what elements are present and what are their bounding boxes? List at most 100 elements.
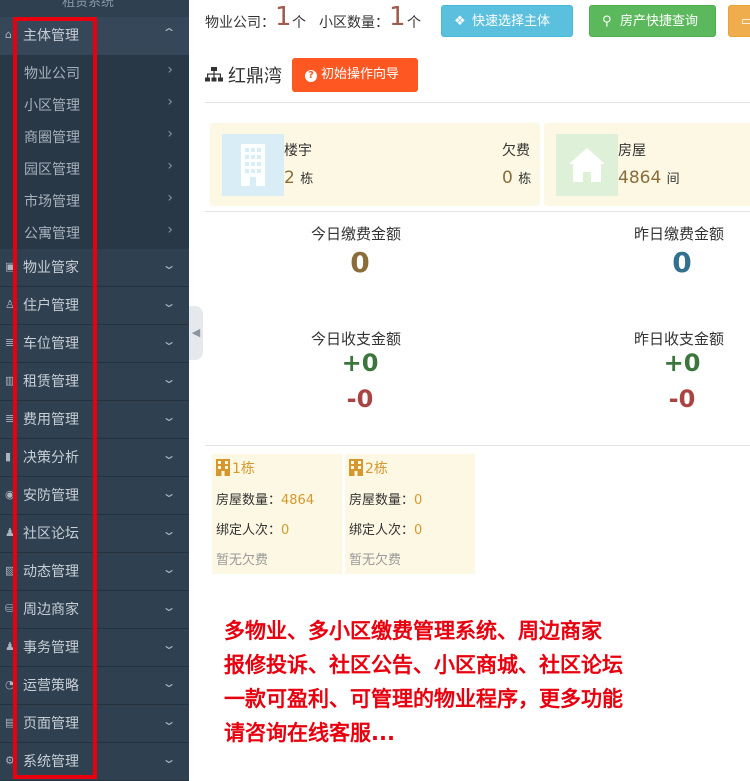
sidebar-subitem-property-company[interactable]: 物业公司 › bbox=[0, 55, 189, 87]
sidebar-item-label: 费用管理 bbox=[23, 412, 79, 428]
house-stats-card: 房屋 4864 间 bbox=[544, 123, 750, 206]
sidebar-item-label: 物业管家 bbox=[23, 260, 79, 276]
sidebar-subitem-community[interactable]: 小区管理 › bbox=[0, 87, 189, 119]
sidebar-item-resident[interactable]: ♙ 住户管理 ⌄ bbox=[0, 287, 189, 325]
building-icon bbox=[216, 459, 230, 476]
quick-select-entity-button[interactable]: ❖ 快速选择主体 bbox=[441, 5, 573, 37]
eye-icon: ◉ bbox=[5, 488, 15, 501]
extra-action-button[interactable]: ▭ bbox=[728, 5, 750, 37]
setup-guide-button[interactable]: ? 初始操作向导 bbox=[292, 58, 418, 92]
building-house-count: 房屋数量：0 bbox=[349, 493, 423, 508]
house-label: 房屋 bbox=[618, 143, 646, 159]
yesterday-payment-label: 昨日缴费金额 bbox=[634, 225, 725, 243]
building-stats-card: 楼宇 2 栋 欠费 0 栋 bbox=[210, 123, 540, 206]
divider bbox=[205, 211, 750, 212]
community-count-value: 1 bbox=[389, 2, 406, 32]
building-name: 2栋 bbox=[365, 461, 388, 477]
today-income-value: +0 bbox=[341, 349, 379, 377]
submenu-entity-management: 物业公司 › 小区管理 › 商圈管理 › 园区管理 › 市场管理 › 公寓管理 … bbox=[0, 55, 189, 249]
sidebar-item-news[interactable]: ▧ 动态管理 ⌄ bbox=[0, 553, 189, 591]
database-icon: ⛁ bbox=[5, 602, 15, 615]
sidebar-item-merchants[interactable]: ⛁ 周边商家 ⌄ bbox=[0, 591, 189, 629]
chevron-right-icon: › bbox=[167, 158, 173, 174]
chevron-down-icon: ⌄ bbox=[161, 258, 177, 272]
gear-icon: ⚙ bbox=[5, 754, 15, 767]
sidebar-item-lease[interactable]: ▥ 租赁管理 ⌄ bbox=[0, 363, 189, 401]
sidebar-item-label: 主体管理 bbox=[23, 28, 79, 44]
chevron-up-icon: ⌃ bbox=[161, 26, 177, 40]
sidebar-item-analytics[interactable]: ▮ 决策分析 ⌄ bbox=[0, 439, 189, 477]
chevron-right-icon: › bbox=[167, 190, 173, 206]
quick-select-entity-label: 快速选择主体 bbox=[472, 14, 551, 29]
user-icon: ♟ bbox=[5, 526, 15, 539]
sidebar-subitem-business-district[interactable]: 商圈管理 › bbox=[0, 119, 189, 151]
community-count-label: 小区数量： bbox=[319, 15, 389, 31]
company-count-value: 1 bbox=[275, 2, 292, 32]
user-icon: ♙ bbox=[5, 298, 15, 311]
sidebar-subitem-label: 园区管理 bbox=[24, 162, 80, 178]
building-icon bbox=[349, 459, 363, 476]
house-quick-query-label: 房产快捷查询 bbox=[620, 14, 699, 29]
promo-line: 一款可盈利、可管理的物业程序，更多功能 bbox=[224, 687, 623, 711]
list-icon: ≣ bbox=[5, 336, 15, 349]
sidebar-item-affairs[interactable]: ♟ 事务管理 ⌄ bbox=[0, 629, 189, 667]
today-balance-label: 今日收支金额 bbox=[311, 330, 402, 348]
building-bind-count: 绑定人次：0 bbox=[216, 523, 290, 538]
yesterday-income-value: +0 bbox=[663, 349, 701, 377]
company-count-label: 物业公司： bbox=[205, 15, 275, 31]
setup-guide-label: 初始操作向导 bbox=[321, 67, 400, 82]
search-icon: ⚲ bbox=[602, 14, 612, 29]
sidebar-item-operations[interactable]: ◔ 运营策略 ⌄ bbox=[0, 667, 189, 705]
picture-icon: ▧ bbox=[5, 564, 16, 577]
sidebar-item-property-steward[interactable]: ▣ 物业管家 ⌄ bbox=[0, 249, 189, 287]
sidebar-subitem-label: 市场管理 bbox=[24, 194, 80, 210]
yesterday-balance-label: 昨日收支金额 bbox=[634, 330, 725, 348]
sidebar-item-forum[interactable]: ♟ 社区论坛 ⌄ bbox=[0, 515, 189, 553]
sidebar-subitem-label: 公寓管理 bbox=[24, 226, 80, 242]
building-label: 楼宇 bbox=[284, 143, 312, 159]
sidebar-item-fees[interactable]: ≣ 费用管理 ⌄ bbox=[0, 401, 189, 439]
sidebar-item-security[interactable]: ◉ 安防管理 ⌄ bbox=[0, 477, 189, 515]
sidebar-item-parking[interactable]: ≣ 车位管理 ⌄ bbox=[0, 325, 189, 363]
sidebar-subitem-label: 商圈管理 bbox=[24, 130, 80, 146]
chevron-down-icon: ⌄ bbox=[161, 676, 177, 690]
sidebar-subitem-park[interactable]: 园区管理 › bbox=[0, 151, 189, 183]
chevron-down-icon: ⌄ bbox=[161, 752, 177, 766]
building-card[interactable]: 1栋 房屋数量：4864 绑定人次：0 暂无欠费 bbox=[212, 454, 342, 574]
top-stats-bar: 物业公司： 1 个 小区数量： 1 个 ❖ 快速选择主体 ⚲ 房产快捷查询 ▭ bbox=[189, 0, 750, 46]
house-count: 4864 间 bbox=[618, 168, 680, 188]
sidebar-item-label: 动态管理 bbox=[23, 564, 79, 580]
sidebar-item-label: 安防管理 bbox=[23, 488, 79, 504]
sidebar-item-label: 周边商家 bbox=[23, 602, 79, 618]
today-expense-value: -0 bbox=[346, 385, 374, 413]
chevron-right-icon: › bbox=[167, 222, 173, 238]
sidebar-collapse-handle[interactable]: ◀ bbox=[189, 306, 203, 360]
sidebar-subitem-market[interactable]: 市场管理 › bbox=[0, 183, 189, 215]
sidebar-subitem-label: 小区管理 bbox=[24, 98, 80, 114]
sidebar-item-label: 页面管理 bbox=[23, 716, 79, 732]
sidebar-item-pages[interactable]: ▤ 页面管理 ⌄ bbox=[0, 705, 189, 743]
sidebar-item-label: 住户管理 bbox=[23, 298, 79, 314]
house-quick-query-button[interactable]: ⚲ 房产快捷查询 bbox=[589, 5, 716, 37]
sidebar-item-label: 运营策略 bbox=[23, 678, 79, 694]
sidebar-subitem-apartment[interactable]: 公寓管理 › bbox=[0, 215, 189, 247]
building-bind-count: 绑定人次：0 bbox=[349, 523, 423, 538]
person-icon: ♟ bbox=[5, 640, 15, 653]
building-icon bbox=[222, 134, 284, 196]
chevron-down-icon: ⌄ bbox=[161, 448, 177, 462]
community-count-unit: 个 bbox=[407, 15, 421, 31]
building-card[interactable]: 2栋 房屋数量：0 绑定人次：0 暂无欠费 bbox=[345, 454, 475, 574]
building-house-count: 房屋数量：4864 bbox=[216, 493, 315, 508]
page-title: 红鼎湾 bbox=[228, 66, 282, 87]
sidebar-item-system[interactable]: ⚙ 系统管理 ⌄ bbox=[0, 743, 189, 781]
yesterday-expense-value: -0 bbox=[668, 385, 696, 413]
promo-line: 多物业、多小区缴费管理系统、周边商家 bbox=[224, 619, 602, 643]
yesterday-payment-value: 0 bbox=[672, 246, 692, 279]
building-count: 2 栋 bbox=[284, 168, 314, 188]
chevron-down-icon: ⌄ bbox=[161, 714, 177, 728]
pie-chart-icon: ◔ bbox=[5, 678, 15, 691]
sidebar-brand-label: 租赁系统 bbox=[62, 0, 115, 10]
chevron-down-icon: ⌄ bbox=[161, 524, 177, 538]
today-payment-value: 0 bbox=[350, 246, 370, 279]
sidebar-item-entity-management[interactable]: ⌂ 主体管理 ⌃ bbox=[0, 17, 189, 55]
